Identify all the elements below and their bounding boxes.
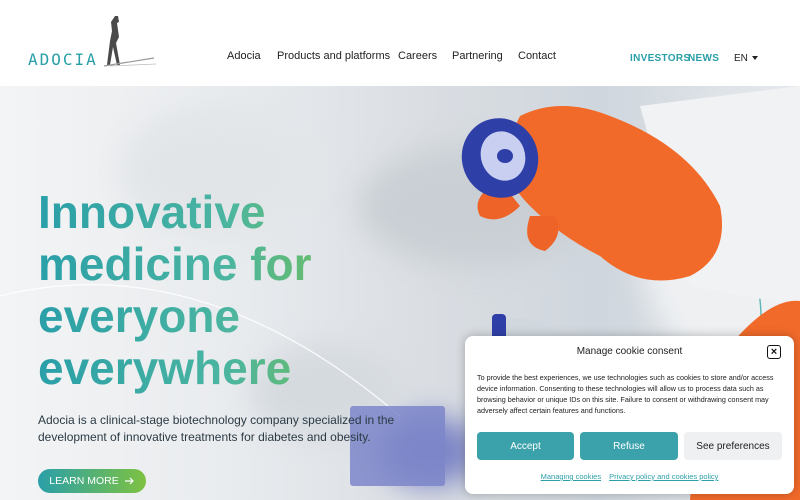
arrow-right-icon [124,477,134,485]
accept-button[interactable]: Accept [477,432,574,460]
adocia-logo[interactable]: ADOCIA [28,14,158,70]
cookie-description: To provide the best experiences, we use … [477,373,774,415]
hero-title-line: Innovative [38,186,266,238]
see-preferences-button[interactable]: See preferences [684,432,782,460]
cookie-dialog-title: Manage cookie consent [576,346,683,357]
hero-title-line: everywhere [38,342,292,394]
hero-title-line: everyone [38,290,241,342]
site-header: ADOCIA Adocia Products and platforms Car… [0,0,800,86]
privacy-policy-link[interactable]: Privacy policy and cookies policy [609,472,718,481]
logo-text: ADOCIA [28,50,98,69]
hero-title: Innovative medicine for everyone everywh… [38,186,458,394]
nav-item-adocia[interactable]: Adocia [227,50,261,62]
nav-item-careers[interactable]: Careers [398,50,437,62]
news-link[interactable]: NEWS [688,53,719,64]
language-label: EN [734,53,748,64]
walking-man-logo-icon [103,16,157,67]
refuse-button[interactable]: Refuse [580,432,678,460]
managing-cookies-link[interactable]: Managing cookies [541,472,601,481]
nav-item-partnering[interactable]: Partnering [452,50,503,62]
close-icon[interactable]: × [767,345,781,359]
cookie-consent-dialog: Manage cookie consent × To provide the b… [465,336,794,494]
chevron-down-icon [751,56,758,61]
cookie-links: Managing cookies Privacy policy and cook… [465,472,794,481]
hero-description: Adocia is a clinical-stage biotechnology… [38,413,395,444]
language-selector[interactable]: EN [734,53,758,64]
learn-more-button[interactable]: LEARN MORE [38,469,146,493]
nav-item-products[interactable]: Products and platforms [277,50,390,62]
investors-link[interactable]: INVESTORS [630,53,690,64]
nav-item-contact[interactable]: Contact [518,50,556,62]
learn-more-label: LEARN MORE [49,475,119,487]
hero-title-line: medicine for [38,238,312,290]
